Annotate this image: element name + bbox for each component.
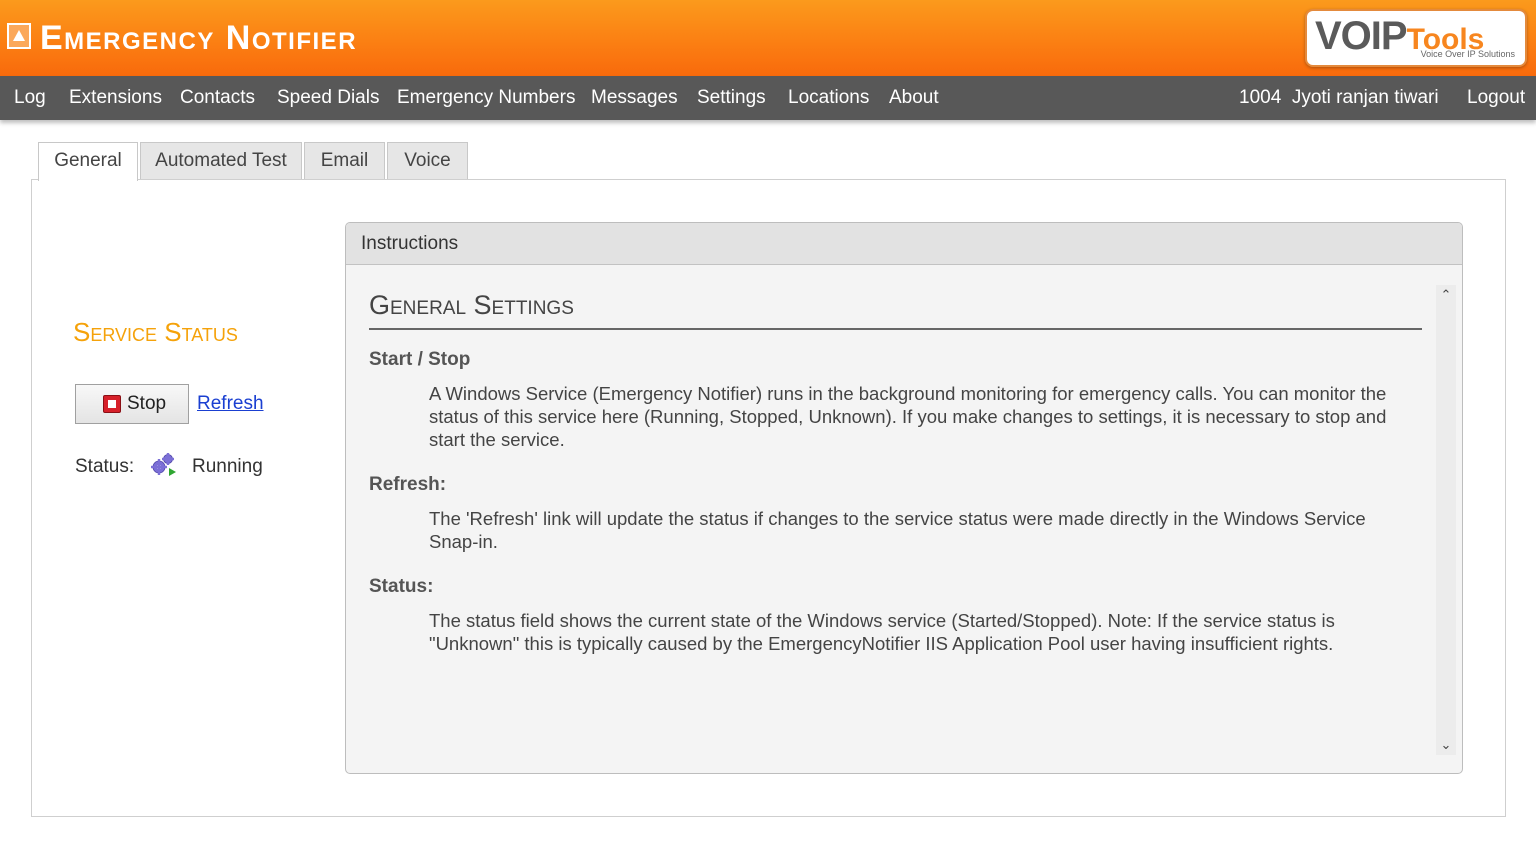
instructions-scrollbar[interactable]: ⌃ ⌄: [1436, 285, 1456, 755]
stop-service-button[interactable]: Stop: [75, 384, 189, 424]
tab-email[interactable]: Email: [304, 142, 385, 180]
tab-voice[interactable]: Voice: [387, 142, 468, 180]
collapse-header-button[interactable]: [7, 23, 31, 49]
running-gears-icon: [151, 453, 176, 476]
nav-item-about[interactable]: About: [889, 76, 939, 120]
tab-automated-test[interactable]: Automated Test: [140, 142, 302, 180]
logout-link[interactable]: Logout: [1467, 76, 1525, 120]
logo-brand-main: VOIP: [1315, 14, 1408, 58]
instructions-header: Instructions: [346, 223, 1462, 265]
nav-item-emergency-numbers[interactable]: Emergency Numbers: [397, 76, 575, 120]
nav-item-extensions[interactable]: Extensions: [69, 76, 162, 120]
nav-item-contacts[interactable]: Contacts: [180, 76, 255, 120]
tab-general[interactable]: General: [38, 142, 138, 181]
stop-button-label: Stop: [127, 393, 167, 414]
scroll-down-icon[interactable]: ⌄: [1436, 735, 1456, 755]
instructions-body[interactable]: General Settings Start / Stop A Windows …: [346, 266, 1436, 773]
nav-item-locations[interactable]: Locations: [788, 76, 869, 120]
app-header: Emergency Notifier VOIPTools Voice Over …: [0, 0, 1536, 76]
scroll-up-icon[interactable]: ⌃: [1436, 285, 1456, 305]
current-user: 1004 Jyoti ranjan tiwari: [1239, 87, 1439, 108]
instructions-panel: Instructions General Settings Start / St…: [345, 222, 1463, 774]
stop-icon: [103, 395, 121, 413]
section-text-start-stop: A Windows Service (Emergency Notifier) r…: [429, 383, 1387, 450]
nav-item-settings[interactable]: Settings: [697, 76, 766, 120]
main-nav: Log Extensions Contacts Speed Dials Emer…: [0, 76, 1536, 120]
nav-item-speed-dials[interactable]: Speed Dials: [277, 76, 379, 120]
voiptools-logo: VOIPTools Voice Over IP Solutions: [1305, 9, 1527, 67]
app-title: Emergency Notifier: [40, 19, 358, 57]
nav-item-log[interactable]: Log: [14, 76, 46, 120]
logo-tagline: Voice Over IP Solutions: [1420, 49, 1515, 59]
section-heading-start-stop: Start / Stop: [369, 349, 471, 370]
general-settings-title: General Settings: [369, 286, 1422, 330]
section-heading-status: Status:: [369, 576, 434, 597]
nav-item-messages[interactable]: Messages: [591, 76, 678, 120]
service-status-title: Service Status: [73, 317, 238, 347]
section-text-status: The status field shows the current state…: [429, 610, 1335, 654]
status-value: Running: [192, 456, 263, 477]
refresh-link[interactable]: Refresh: [197, 392, 264, 416]
status-label: Status:: [75, 456, 135, 477]
section-text-refresh: The 'Refresh' link will update the statu…: [429, 508, 1366, 552]
section-heading-refresh: Refresh:: [369, 474, 447, 495]
